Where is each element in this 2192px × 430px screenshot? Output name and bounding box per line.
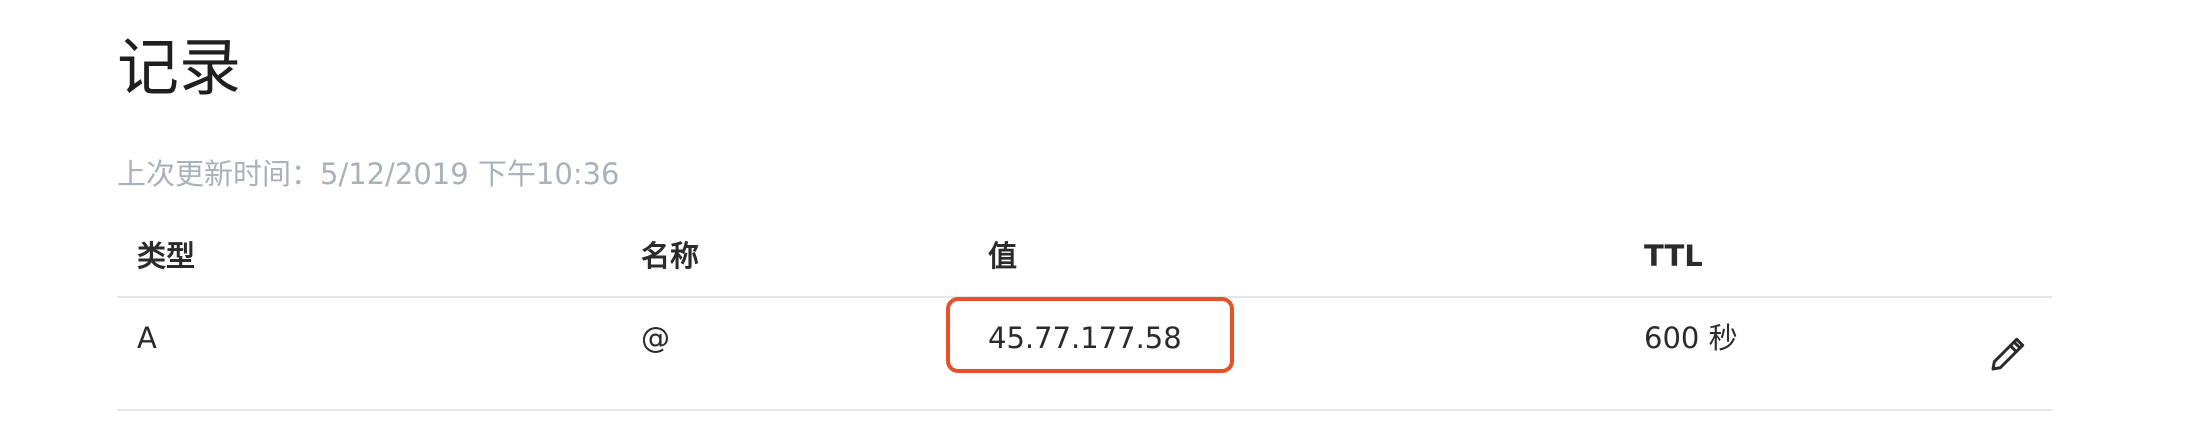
page-title: 记录 [117,31,242,104]
record-type-cell: A [137,321,157,355]
column-header-value: 值 [988,239,1018,273]
edit-record-button[interactable] [1986,332,2030,376]
last-updated-text: 上次更新时间：5/12/2019 下午10:36 [117,157,620,191]
column-header-name: 名称 [641,239,700,273]
record-value-highlight: 45.77.177.58 [946,297,1234,373]
table-header-row: 类型 名称 值 TTL [117,226,2052,298]
pencil-icon [1991,337,2025,371]
record-name-cell: @ [641,321,670,355]
table-row: A @ 45.77.177.58 600 秒 [117,297,2052,411]
record-ttl-cell: 600 秒 [1644,321,1738,355]
column-header-ttl: TTL [1644,239,1703,273]
record-value-cell: 45.77.177.58 [988,321,1182,355]
column-header-type: 类型 [137,239,196,273]
